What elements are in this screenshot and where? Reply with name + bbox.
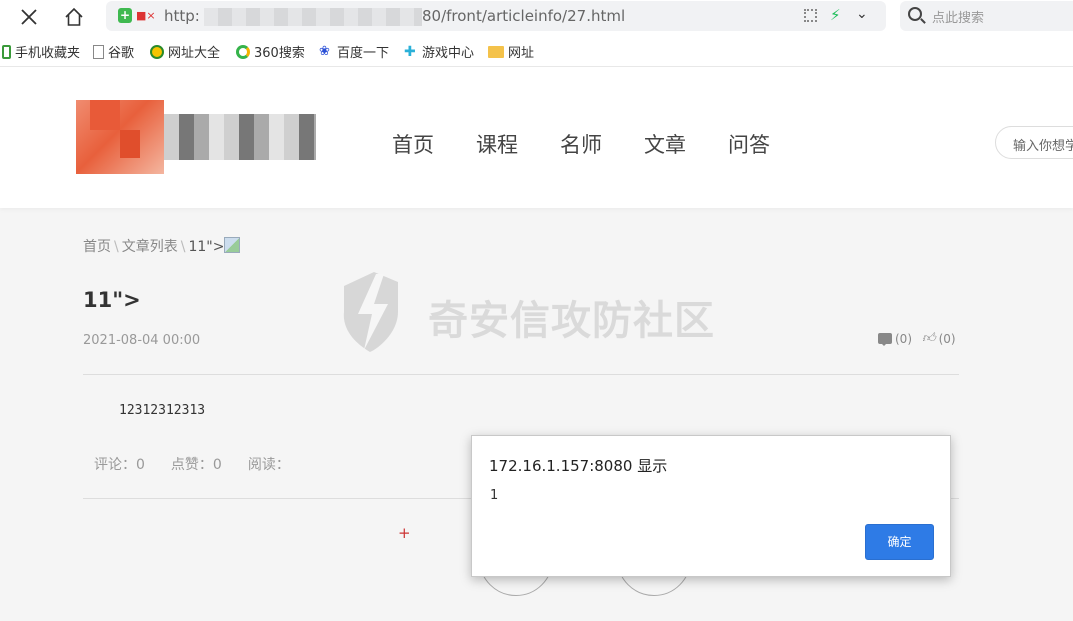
watermark: 奇安信攻防社区 bbox=[336, 268, 756, 358]
paw-icon: ❀ bbox=[319, 43, 330, 59]
watermark-text: 奇安信攻防社区 bbox=[428, 298, 715, 344]
browser-search-input[interactable]: 点此搜索 bbox=[900, 1, 1073, 31]
url-path: 80/front/articleinfo/27.html bbox=[422, 7, 626, 25]
site-header: 首页 课程 名师 文章 问答 输入你想学 bbox=[0, 67, 1073, 208]
url-protocol: http: bbox=[164, 7, 200, 25]
bookmark-mobile[interactable]: 手机收藏夹 bbox=[2, 42, 80, 61]
like-count[interactable]: 👍︎ (0) bbox=[922, 331, 956, 346]
bookmark-google[interactable]: 谷歌 bbox=[93, 42, 134, 61]
address-bar[interactable]: + ■× http: 80/front/articleinfo/27.html … bbox=[106, 1, 886, 31]
bookmark-label: 360搜索 bbox=[254, 46, 305, 61]
gamepad-icon: ✚ bbox=[404, 43, 416, 60]
breadcrumb-separator: \ bbox=[114, 239, 119, 255]
article-counts: (0) 👍︎ (0) bbox=[878, 331, 956, 346]
bookmarks-bar: 手机收藏夹 谷歌 网址大全 360搜索 ❀ 百度一下 ✚ 游戏中心 网址 bbox=[0, 34, 1073, 67]
divider bbox=[83, 374, 959, 375]
alert-dialog: 172.16.1.157:8080 显示 1 确定 bbox=[471, 435, 951, 577]
site-search-placeholder: 输入你想学 bbox=[1013, 139, 1073, 154]
article-title: 11"> bbox=[83, 288, 141, 312]
broken-image-icon bbox=[224, 237, 241, 253]
nav-home[interactable]: 首页 bbox=[392, 129, 434, 159]
logo-mark-redacted bbox=[76, 100, 164, 174]
search-icon bbox=[908, 7, 922, 21]
browser-toolbar: + ■× http: 80/front/articleinfo/27.html … bbox=[0, 0, 1073, 34]
bookmark-baidu[interactable]: ❀ 百度一下 bbox=[319, 42, 389, 61]
bookmark-urls[interactable]: 网址 bbox=[488, 42, 534, 61]
bookmark-label: 手机收藏夹 bbox=[15, 46, 81, 61]
breadcrumb-home[interactable]: 首页 bbox=[83, 239, 111, 255]
bookmark-label: 网址大全 bbox=[168, 46, 221, 61]
globe-icon bbox=[150, 44, 164, 59]
dialog-message: 1 bbox=[490, 488, 499, 503]
breadcrumb-separator: \ bbox=[180, 239, 186, 255]
nav-courses[interactable]: 课程 bbox=[476, 129, 518, 159]
folder-icon bbox=[488, 45, 504, 58]
plus-icon[interactable]: + bbox=[398, 524, 411, 542]
search-360-icon bbox=[236, 44, 250, 59]
article-body: 12312312313 bbox=[119, 403, 206, 418]
stat-likes: 点赞：0 bbox=[170, 457, 222, 473]
stat-comments: 评论：0 bbox=[94, 457, 145, 473]
bookmark-label: 网址 bbox=[508, 46, 535, 61]
url-redacted-host bbox=[204, 8, 422, 26]
article-stats: 评论：0 点赞：0 阅读： bbox=[94, 454, 290, 474]
bookmark-360[interactable]: 360搜索 bbox=[236, 42, 305, 61]
bookmark-hao[interactable]: 网址大全 bbox=[150, 42, 220, 61]
qr-code-icon[interactable] bbox=[804, 9, 817, 22]
like-count-value: (0) bbox=[938, 331, 956, 346]
dialog-ok-button[interactable]: 确定 bbox=[865, 524, 934, 560]
comment-icon bbox=[878, 333, 892, 346]
camera-blocked-icon[interactable]: ■× bbox=[136, 9, 156, 22]
close-icon[interactable] bbox=[16, 4, 42, 30]
main-nav: 首页 课程 名师 文章 问答 bbox=[392, 129, 770, 159]
bolt-icon[interactable]: ⚡ bbox=[830, 6, 841, 24]
bookmark-label: 百度一下 bbox=[337, 46, 390, 61]
chevron-down-icon[interactable]: ⌄ bbox=[856, 6, 868, 22]
watermark-shield-icon bbox=[343, 272, 398, 352]
page-icon bbox=[93, 44, 104, 59]
breadcrumb: 首页 \ 文章列表 \ 11"> bbox=[83, 236, 241, 256]
browser-search-placeholder: 点此搜索 bbox=[932, 11, 985, 26]
site-logo[interactable] bbox=[76, 100, 316, 175]
bookmark-games[interactable]: ✚ 游戏中心 bbox=[404, 42, 475, 62]
bookmark-label: 游戏中心 bbox=[422, 46, 475, 61]
comment-count[interactable]: (0) bbox=[878, 332, 912, 346]
site-search-input[interactable]: 输入你想学 bbox=[995, 126, 1073, 159]
nav-qa[interactable]: 问答 bbox=[728, 129, 770, 159]
article-date: 2021-08-04 00:00 bbox=[83, 333, 201, 348]
shield-icon[interactable]: + bbox=[118, 8, 132, 23]
breadcrumb-article-list[interactable]: 文章列表 bbox=[122, 239, 178, 255]
nav-articles[interactable]: 文章 bbox=[644, 129, 686, 159]
thumbs-up-icon: 👍︎ bbox=[922, 331, 936, 346]
bookmark-label: 谷歌 bbox=[108, 46, 135, 61]
dialog-title: 172.16.1.157:8080 显示 bbox=[489, 457, 668, 475]
comment-count-value: (0) bbox=[895, 331, 912, 346]
breadcrumb-current: 11"> bbox=[188, 239, 225, 255]
home-icon[interactable] bbox=[61, 4, 87, 30]
nav-teachers[interactable]: 名师 bbox=[560, 129, 602, 159]
stat-reads: 阅读： bbox=[247, 457, 290, 473]
logo-text-redacted bbox=[164, 100, 316, 160]
phone-icon bbox=[2, 44, 11, 59]
